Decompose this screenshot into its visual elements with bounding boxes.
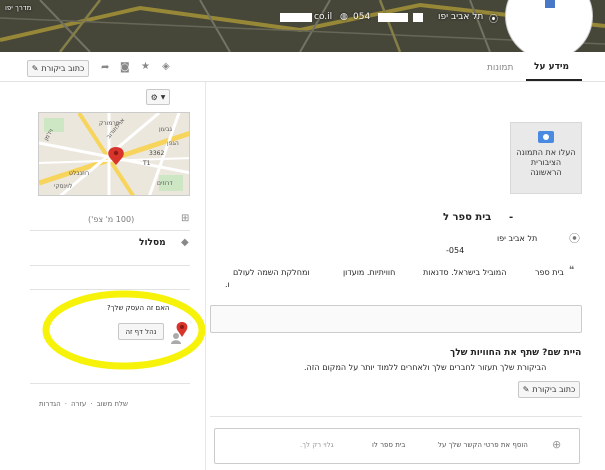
sidebar-footer: שלח משוב · עזרה · הגדרות	[39, 400, 128, 408]
mini-map[interactable]: 3362 T1 ויז'מן מרמורק גבעון ארלוזורוב לו…	[38, 112, 190, 196]
write-review-label: כתוב ביקורת	[532, 385, 576, 394]
avatar-accent	[545, 0, 555, 8]
plus-circle-icon[interactable]: ⊕	[552, 439, 561, 450]
divider	[210, 416, 582, 417]
footer-settings-link[interactable]: הגדרות	[39, 400, 61, 408]
place-city: תל אביב יפו	[497, 234, 538, 243]
banner-domain-suffix: co.il	[314, 12, 333, 22]
route-link[interactable]: מסלול	[139, 238, 166, 248]
chevron-down-icon: ▼	[160, 93, 166, 101]
redacted-block	[378, 13, 408, 22]
redacted-block	[280, 13, 312, 22]
area-label: (100 מ' צפ')	[88, 215, 135, 224]
map-label: רוזנבלט	[69, 170, 89, 177]
pencil-icon: ✎	[522, 385, 530, 394]
map-label: דרוזים	[157, 180, 173, 187]
footer-separator: ·	[90, 400, 93, 408]
star-icon[interactable]: ★	[141, 62, 150, 72]
place-phone: 054-	[446, 246, 465, 255]
map-label: גבעון	[159, 126, 172, 133]
mini-map-graphic: 3362 T1 ויז'מן מרמורק גבעון ארלוזורוב לו…	[39, 113, 189, 195]
map-label: T1	[142, 160, 151, 167]
share-icon[interactable]: ➦	[101, 63, 109, 73]
quote-icon: ❝	[569, 265, 575, 276]
footer-help-link[interactable]: עזרה	[71, 400, 86, 408]
camera-icon	[538, 131, 554, 143]
divider	[30, 265, 190, 266]
footer-separator: ·	[64, 400, 67, 408]
banner-place-top: תל אביב יפו	[438, 12, 484, 22]
directions-icon[interactable]: ◈	[162, 62, 170, 72]
upload-photo-label: העלו את התמונה הציבורית הראשונה	[516, 148, 576, 177]
write-review-label: כתוב ביקורת	[41, 64, 85, 73]
divider	[30, 383, 190, 384]
place-title: בית ספר ל	[443, 212, 492, 223]
location-pin-icon: ⦿	[489, 15, 499, 25]
redacted-block	[413, 13, 423, 22]
settings-dropdown[interactable]: ⚙ ▼	[146, 89, 170, 105]
divider	[0, 81, 605, 82]
banner-corner-label: מדרך יפו	[5, 4, 32, 12]
add-contact-prefix: הוסף את פרטי הקשר שלך על	[438, 441, 528, 449]
globe-icon: ◍	[340, 12, 348, 22]
experience-title: היית שם? שתף את החוויות שלך	[450, 348, 582, 358]
location-pin-icon: ⦿	[569, 232, 580, 245]
review-box[interactable]	[210, 305, 582, 333]
pencil-icon: ✎	[31, 64, 39, 73]
header-map-banner: תל אביב יפו ⦿ 054 ◍ co.il מדרך יפו	[0, 0, 605, 52]
place-title-dash: -	[509, 212, 514, 223]
description-mid2: חוויתיות. מועדון	[343, 268, 396, 277]
footer-feedback-link[interactable]: שלח משוב	[97, 400, 128, 408]
write-review-button[interactable]: ✎ כתוב ביקורת	[518, 381, 580, 398]
map-label: הגפן	[167, 140, 179, 147]
map-label: 3362	[149, 150, 164, 157]
banner-phone-prefix: 054	[353, 12, 371, 22]
highlight-ellipse	[42, 290, 206, 370]
column-divider	[205, 82, 206, 470]
add-contact-school: בית ספר לו	[372, 441, 406, 449]
tab-about[interactable]: מידע על	[534, 62, 569, 72]
upload-photo-box[interactable]: העלו את התמונה הציבורית הראשונה	[510, 122, 582, 194]
description-start: בית ספר	[535, 268, 564, 277]
gear-icon: ⚙	[150, 92, 158, 102]
route-icon: ◆	[181, 237, 189, 248]
add-contact-suffix: גלוי רק לך.	[300, 441, 334, 449]
write-review-button[interactable]: ✎ כתוב ביקורת	[27, 60, 89, 77]
transit-icon: ⊞	[181, 213, 190, 224]
description-end: ומחלקת השמה לעולם	[233, 268, 310, 277]
description-line2: ו.	[225, 280, 230, 289]
divider	[30, 230, 190, 231]
experience-body: הביקורת שלך תעזור לחברים שלך ולאחרים ללמ…	[304, 363, 547, 372]
tab-photos[interactable]: תמונות	[487, 63, 513, 73]
map-label: לוינסקי	[54, 183, 72, 190]
description-mid: המוביל בישראל. סדנאות	[423, 268, 507, 277]
camera-icon[interactable]: ◙	[120, 63, 130, 73]
